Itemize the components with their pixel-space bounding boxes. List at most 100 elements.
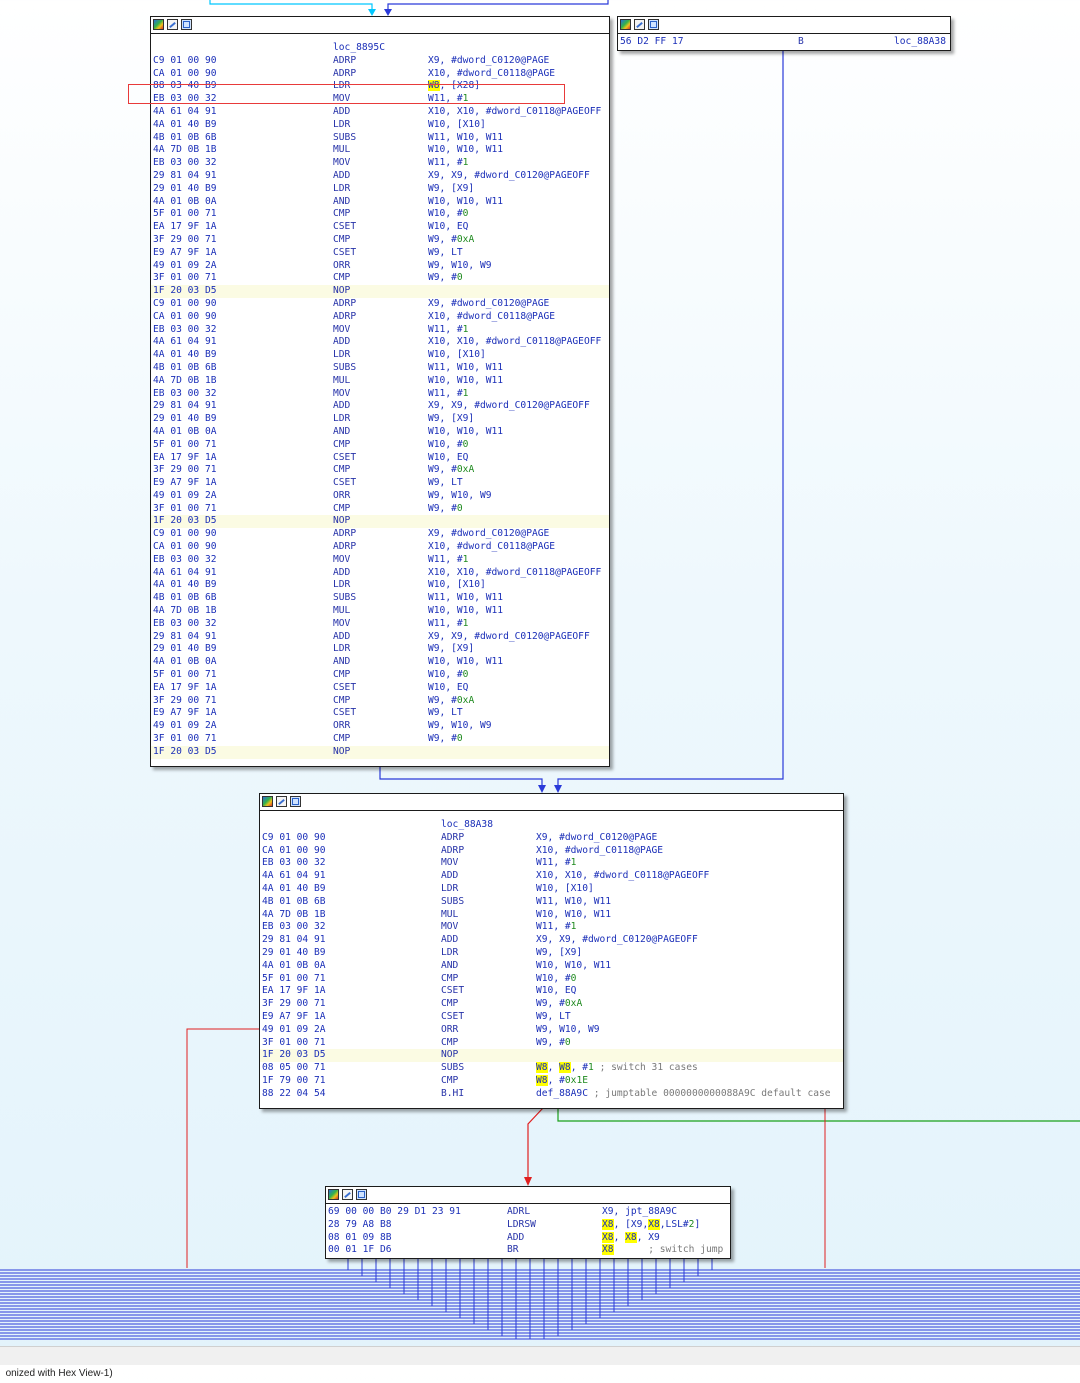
code-block-loc-8895c[interactable]: loc_8895C C9 01 00 90 ADRP X9, #dword_C012… [150,16,610,767]
instruction-row[interactable]: 29 81 04 91 ADD X9, X9, #dword_C0120@PAGEO… [151,170,609,183]
mnemonic[interactable]: SUBS [333,592,356,605]
operands[interactable]: X10, #dword_C0118@PAGE [536,845,663,858]
operands[interactable]: X9, X9, #dword_C0120@PAGEOFF [536,934,698,947]
operands[interactable]: X10, #dword_C0118@PAGE [428,541,555,554]
mnemonic[interactable]: CSET [333,682,356,695]
instruction-row[interactable]: 88 22 04 54 B.HI def_88A9C ; jumptable 000… [260,1088,843,1101]
instruction-row[interactable]: 49 01 09 2A ORR W9, W10, W9 [260,1024,843,1037]
operands[interactable]: W11, #1 [428,324,468,337]
instruction-row[interactable]: 08 01 09 8B ADD X8, X8, X9 [326,1231,730,1245]
operands[interactable]: X10, #dword_C0118@PAGE [428,68,555,81]
mnemonic[interactable]: CMP [441,1075,458,1088]
mnemonic[interactable]: ORR [333,490,350,503]
mnemonic[interactable]: SUBS [333,362,356,375]
operands[interactable]: W9, W10, W9 [428,720,492,733]
mnemonic[interactable]: ADRP [333,528,356,541]
mnemonic[interactable]: ADRP [441,832,464,845]
instruction-row[interactable]: 4A 7D 0B 1B MUL W10, W10, W11 [151,605,609,618]
instruction-row[interactable]: E9 A7 9F 1A CSET W9, LT [151,247,609,260]
mnemonic[interactable]: CSET [333,452,356,465]
mnemonic[interactable]: NOP [441,1049,458,1062]
operands[interactable]: W9, W10, W9 [428,260,492,273]
mnemonic[interactable]: CSET [333,477,356,490]
instruction-row[interactable]: 29 81 04 91 ADD X9, X9, #dword_C0120@PAGEO… [151,631,609,644]
edit-icon[interactable] [342,1189,353,1200]
mnemonic[interactable]: LDR [333,579,350,592]
mnemonic[interactable]: CMP [333,208,350,221]
mnemonic[interactable]: LDR [333,183,350,196]
operands[interactable]: X10, #dword_C0118@PAGE [428,311,555,324]
mnemonic[interactable]: ADRL [507,1206,530,1219]
mnemonic[interactable]: SUBS [441,1062,464,1075]
mnemonic[interactable]: MOV [441,857,458,870]
operands[interactable]: X10, X10, #dword_C0118@PAGEOFF [428,106,601,119]
instruction-row[interactable]: 29 81 04 91 ADD X9, X9, #dword_C0120@PAGEO… [260,934,843,947]
instruction-row[interactable]: 29 01 40 B9 LDR W9, [X9] [151,413,609,426]
code-block-jump[interactable]: 56 D2 FF 17 Bloc_88A38 [617,16,951,51]
edit-icon[interactable] [276,796,287,807]
mnemonic[interactable]: MUL [333,605,350,618]
instruction-row[interactable]: 3F 29 00 71 CMP W9, #0xA [151,695,609,708]
operands[interactable]: W11, W10, W11 [428,132,503,145]
instruction-row[interactable]: CA 01 00 90 ADRP X10, #dword_C0118@PAGE [151,68,609,81]
graph-color-icon[interactable] [262,796,273,807]
instruction-row[interactable]: 5F 01 00 71 CMP W10, #0 [151,669,609,682]
mnemonic[interactable]: ORR [333,260,350,273]
instruction-row[interactable]: CA 01 00 90 ADRP X10, #dword_C0118@PAGE [260,845,843,858]
mnemonic[interactable]: LDR [333,119,350,132]
operands[interactable]: W9, #0xA [428,464,474,477]
mnemonic[interactable]: AND [333,656,350,669]
instruction-row[interactable]: EA 17 9F 1A CSET W10, EQ [151,682,609,695]
instruction-row[interactable]: 08 05 00 71 SUBS W8, W8, #1 ; switch 31 ca… [260,1062,843,1075]
operands[interactable]: X10, X10, #dword_C0118@PAGEOFF [428,336,601,349]
instruction-row[interactable]: 1F 20 03 D5 NOP [260,1049,843,1063]
mnemonic[interactable]: LDR [441,947,458,960]
mnemonic[interactable]: CMP [333,733,350,746]
mnemonic[interactable]: CMP [333,503,350,516]
instruction-row[interactable]: CA 01 00 90 ADRP X10, #dword_C0118@PAGE [151,541,609,554]
code-block-loc-88a38[interactable]: loc_88A38 C9 01 00 90 ADRP X9, #dword_C012… [259,793,844,1109]
instruction-row[interactable]: 1F 20 03 D5 NOP [151,745,609,759]
operands[interactable]: def_88A9C ; jumptable 0000000000088A9C d… [536,1088,831,1101]
mnemonic[interactable]: MOV [441,921,458,934]
graph-color-icon[interactable] [620,19,631,30]
operands[interactable]: W9, #0 [428,733,463,746]
operands[interactable]: W10, #0 [536,973,576,986]
operands[interactable]: W10, [X10] [428,119,486,132]
operands[interactable]: X8 ; switch jump [602,1244,723,1257]
block-label[interactable]: loc_88A38 [441,819,493,832]
operands[interactable]: W10, W10, W11 [428,656,503,669]
operands[interactable]: X9, X9, #dword_C0120@PAGEOFF [428,170,590,183]
mnemonic[interactable]: AND [441,960,458,973]
operands[interactable]: W10, #0 [428,669,468,682]
mnemonic[interactable]: CMP [333,439,350,452]
instruction-row[interactable]: 3F 01 00 71 CMP W9, #0 [151,733,609,746]
operands[interactable]: W8, #0x1E [536,1074,588,1088]
instruction-row[interactable]: 4A 7D 0B 1B MUL W10, W10, W11 [260,909,843,922]
operands[interactable]: W10, W10, W11 [536,909,611,922]
instruction-row[interactable]: 4A 7D 0B 1B MUL W10, W10, W11 [151,375,609,388]
operands[interactable]: X9, #dword_C0120@PAGE [428,298,549,311]
operands[interactable]: loc_88A38 [894,36,946,49]
block-titlebar[interactable] [618,17,950,34]
mnemonic[interactable]: AND [333,426,350,439]
instruction-row[interactable]: 3F 29 00 71 CMP W9, #0xA [260,998,843,1011]
instruction-row[interactable]: 4A 01 40 B9 LDR W10, [X10] [260,883,843,896]
mnemonic[interactable]: LDR [333,643,350,656]
mnemonic[interactable]: CSET [333,247,356,260]
operands[interactable]: W9, #0xA [428,695,474,708]
instruction-row[interactable]: C9 01 00 90 ADRP X9, #dword_C0120@PAGE [151,528,609,541]
instruction-row[interactable]: CA 01 00 90 ADRP X10, #dword_C0118@PAGE [151,311,609,324]
instruction-row[interactable]: 4A 01 0B 0A AND W10, W10, W11 [151,656,609,669]
mnemonic[interactable]: ADD [333,631,350,644]
mnemonic[interactable]: ADD [333,400,350,413]
instruction-row[interactable]: E9 A7 9F 1A CSET W9, LT [260,1011,843,1024]
instruction-row[interactable]: 4A 01 40 B9 LDR W10, [X10] [151,579,609,592]
operands[interactable]: W11, #1 [536,857,576,870]
mnemonic[interactable]: LDR [333,80,350,93]
operands[interactable]: W9, #0 [428,272,463,285]
instruction-row[interactable]: C9 01 00 90 ADRP X9, #dword_C0120@PAGE [260,832,843,845]
operands[interactable]: W9, [X9] [536,947,582,960]
instruction-row[interactable]: C9 01 00 90 ADRP X9, #dword_C0120@PAGE [151,55,609,68]
group-icon[interactable] [648,19,659,30]
